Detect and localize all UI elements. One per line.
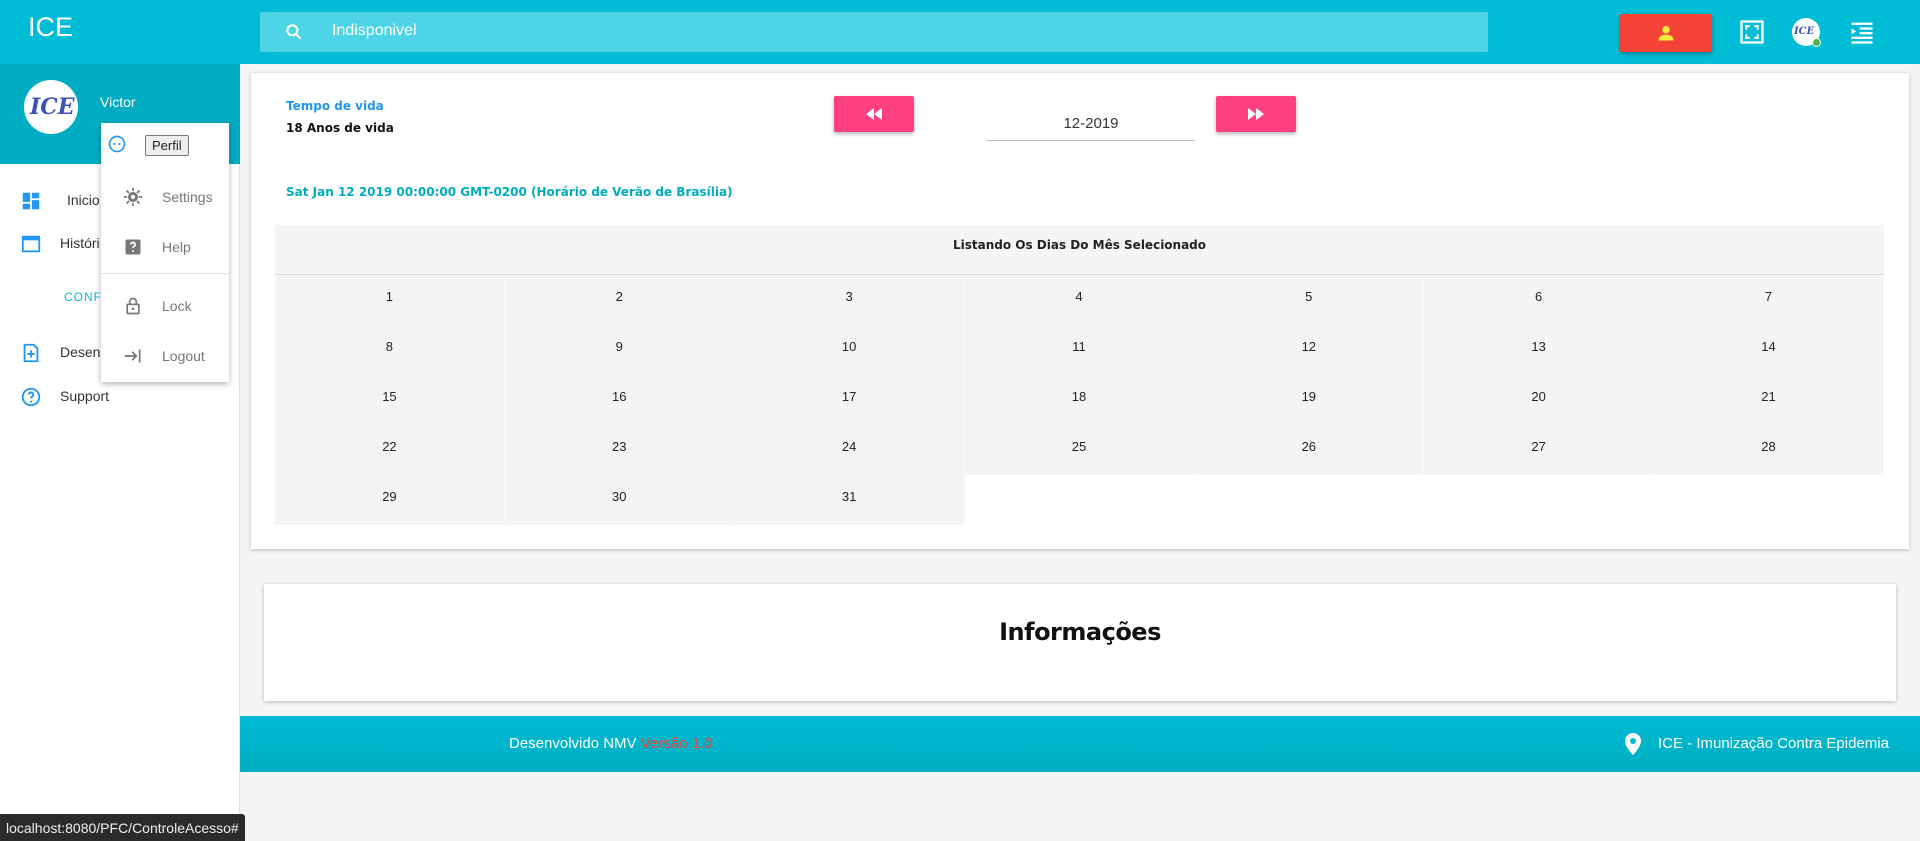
- menu-item-label: Settings: [162, 189, 213, 205]
- footer-app-name: ICE - Imunização Contra Epidemia: [1658, 735, 1889, 752]
- face-icon: [108, 135, 126, 153]
- calendar-day-cell[interactable]: 4: [964, 275, 1195, 325]
- online-status-dot: [1812, 38, 1821, 47]
- calendar-table: Listando Os Dias Do Mês Selecionado 1234…: [275, 225, 1884, 525]
- calendar-day-cell[interactable]: 28: [1654, 425, 1884, 475]
- menu-item-help[interactable]: Help: [101, 227, 229, 267]
- month-input[interactable]: 12-2019: [987, 103, 1195, 141]
- browser-status-bar: localhost:8080/PFC/ControleAcesso#: [0, 814, 245, 841]
- search-icon: [286, 24, 302, 40]
- calendar-day-cell[interactable]: 19: [1194, 375, 1425, 425]
- calendar-grid: 1 2 3 4 5 6 7 8 9 10 11 12 13 14 15 16 17 18 19 20 21 22 23 24 2…: [275, 275, 1884, 525]
- footer: Desenvolvido NMV Versão 1.0 ICE - Imuniz…: [240, 716, 1920, 772]
- avatar-logo: ICE: [1794, 26, 1815, 37]
- footer-dev-text: Desenvolvido NMV Versão 1.0: [509, 735, 712, 752]
- gear-icon: [123, 187, 143, 207]
- calendar-day-cell[interactable]: 1: [275, 275, 505, 325]
- help-icon: [125, 239, 141, 255]
- sidebar-item-support[interactable]: Support: [0, 378, 240, 414]
- month-value[interactable]: 12-2019: [987, 115, 1195, 132]
- calendar-day-cell[interactable]: 17: [734, 375, 965, 425]
- menu-item-logout[interactable]: Logout: [101, 336, 229, 376]
- calendar-title: Listando Os Dias Do Mês Selecionado: [952, 238, 1207, 252]
- previous-month-button[interactable]: [834, 96, 914, 132]
- location-pin-icon: [1625, 733, 1641, 755]
- calendar-day-cell[interactable]: 31: [734, 475, 965, 525]
- user-button[interactable]: [1620, 14, 1712, 52]
- calendar-day-cell[interactable]: 27: [1424, 425, 1655, 475]
- calendar-day-cell[interactable]: 30: [504, 475, 735, 525]
- rewind-icon: [866, 108, 882, 120]
- calendar-day-cell[interactable]: 11: [964, 325, 1195, 375]
- calendar-day-cell[interactable]: 21: [1654, 375, 1884, 425]
- calendar-day-cell[interactable]: 7: [1654, 275, 1884, 325]
- perfil-button[interactable]: Perfil: [145, 135, 189, 156]
- calendar-day-cell[interactable]: 3: [734, 275, 965, 325]
- life-value: 18 Anos de vida: [286, 121, 394, 135]
- fast-forward-icon: [1248, 108, 1264, 120]
- calendar-day-cell[interactable]: 5: [1194, 275, 1425, 325]
- menu-item-label: Lock: [162, 298, 192, 314]
- dashboard-icon: [22, 192, 40, 210]
- footer-version: Versão 1.0: [640, 735, 713, 752]
- search-bar[interactable]: Indisponivel: [260, 12, 1488, 52]
- top-app-bar: ICE Indisponivel ICE: [0, 0, 1920, 64]
- menu-item-settings[interactable]: Settings: [101, 177, 229, 217]
- calendar-day-cell[interactable]: 13: [1424, 325, 1655, 375]
- menu-item-label: Logout: [162, 348, 205, 364]
- calendar-day-cell[interactable]: 16: [504, 375, 735, 425]
- fullscreen-icon[interactable]: [1738, 18, 1766, 46]
- calendar-day-cell[interactable]: 23: [504, 425, 735, 475]
- sidebar-item-label: Inicio: [67, 192, 100, 208]
- person-icon: [1658, 25, 1674, 41]
- calendar-day-cell[interactable]: 6: [1424, 275, 1655, 325]
- info-card: Informações: [264, 584, 1896, 701]
- add-document-icon: [23, 343, 39, 363]
- info-title: Informações: [999, 618, 1161, 646]
- brand-title[interactable]: ICE: [28, 12, 73, 43]
- logout-icon: [124, 349, 141, 363]
- selected-date-text: Sat Jan 12 2019 00:00:00 GMT-0200 (Horár…: [286, 185, 733, 199]
- life-label: Tempo de vida: [286, 99, 384, 113]
- sidebar-item-label: Support: [60, 388, 110, 404]
- calendar-day-cell[interactable]: 8: [275, 325, 505, 375]
- menu-item-perfil[interactable]: Perfil: [101, 123, 229, 163]
- calendar-day-cell[interactable]: 2: [504, 275, 735, 325]
- menu-item-label: Help: [162, 239, 191, 255]
- avatar-logo: ICE: [30, 94, 75, 120]
- calendar-card: Tempo de vida 18 Anos de vida 12-2019 Sa…: [251, 73, 1909, 549]
- calendar-day-cell[interactable]: 26: [1194, 425, 1425, 475]
- user-name[interactable]: Victor: [100, 94, 136, 110]
- history-icon: [21, 235, 41, 253]
- menu-divider: [101, 273, 229, 274]
- calendar-day-cell[interactable]: 29: [275, 475, 505, 525]
- avatar[interactable]: ICE: [1792, 18, 1821, 47]
- lock-icon: [126, 297, 140, 315]
- sidebar-subheader: CONF: [64, 290, 102, 304]
- next-month-button[interactable]: [1216, 96, 1296, 132]
- user-dropdown-menu: Perfil Settings Help Lock Logout: [101, 123, 229, 382]
- calendar-day-cell[interactable]: 24: [734, 425, 965, 475]
- calendar-day-cell[interactable]: 9: [504, 325, 735, 375]
- help-circle-icon: [21, 387, 41, 407]
- user-avatar[interactable]: ICE: [24, 80, 78, 134]
- calendar-day-cell[interactable]: 18: [964, 375, 1195, 425]
- search-input[interactable]: Indisponivel: [332, 22, 417, 40]
- calendar-day-cell[interactable]: 25: [964, 425, 1195, 475]
- sidebar-item-label: Desen: [60, 344, 101, 360]
- sidebar-item-label: Históri: [60, 235, 100, 251]
- calendar-day-cell[interactable]: 12: [1194, 325, 1425, 375]
- calendar-day-cell[interactable]: 10: [734, 325, 965, 375]
- menu-open-icon[interactable]: [1848, 18, 1876, 46]
- calendar-day-cell[interactable]: 20: [1424, 375, 1655, 425]
- calendar-day-cell[interactable]: 14: [1654, 325, 1884, 375]
- footer-dev-label: Desenvolvido NMV: [509, 735, 637, 752]
- calendar-header: Listando Os Dias Do Mês Selecionado: [275, 225, 1884, 275]
- calendar-day-cell[interactable]: 22: [275, 425, 505, 475]
- menu-item-lock[interactable]: Lock: [101, 286, 229, 326]
- calendar-day-cell[interactable]: 15: [275, 375, 505, 425]
